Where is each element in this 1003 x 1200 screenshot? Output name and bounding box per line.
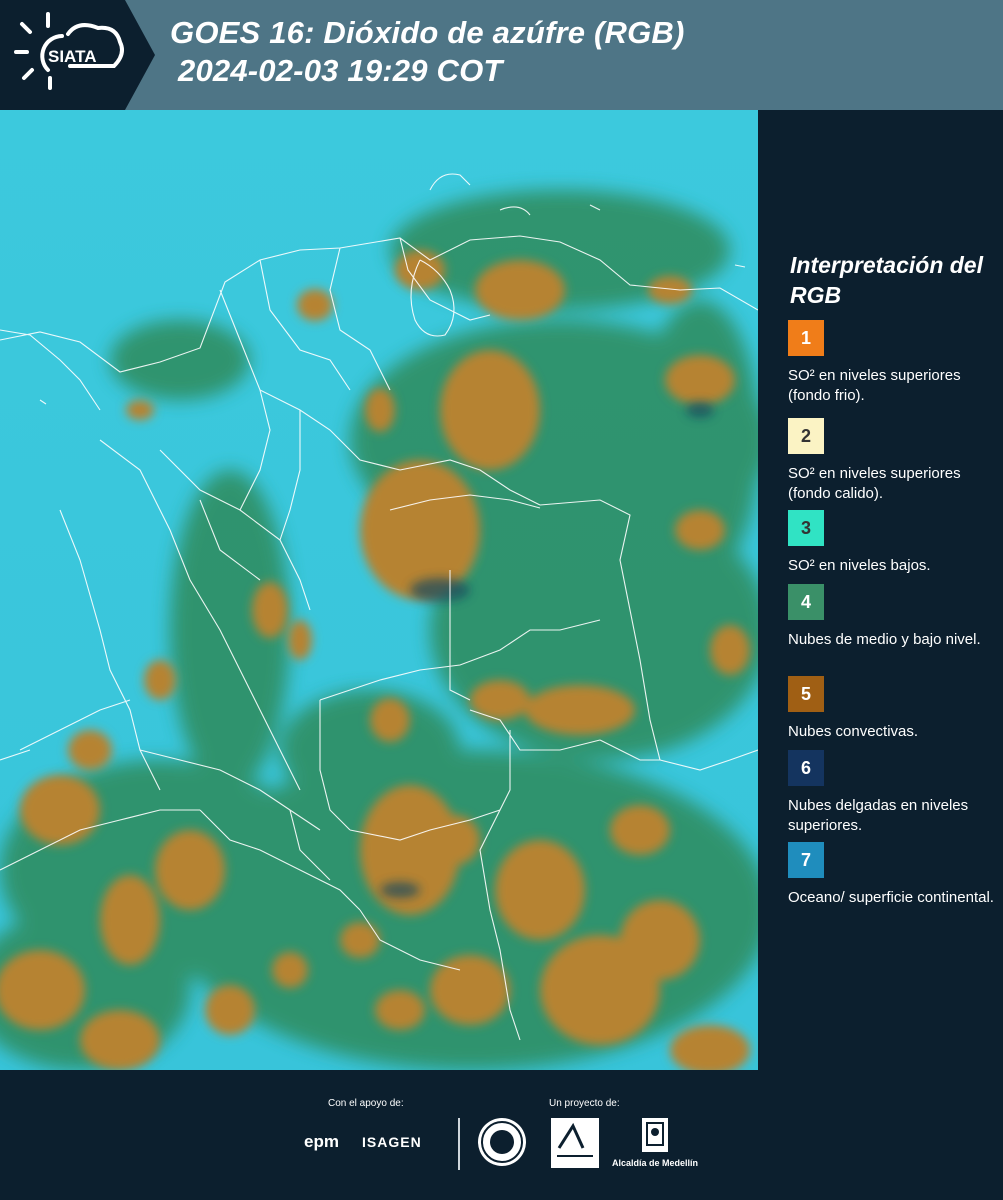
alcaldia-shield-icon <box>642 1118 668 1152</box>
legend-number-1: 1 <box>800 327 811 348</box>
legend-text-7: Oceano/ superficie continental. <box>788 889 994 906</box>
siata-logo: SIATA <box>0 0 155 110</box>
satellite-map <box>0 110 758 1070</box>
legend-swatch-1: 1 <box>788 320 824 356</box>
footer: Con el apoyo de: Un proyecto de: epm ISA… <box>0 1070 1003 1200</box>
legend-swatch-5: 5 <box>788 676 824 712</box>
support-caption: Con el apoyo de: <box>328 1098 404 1109</box>
legend-item-7: 7 Oceano/ superficie continental. <box>788 842 998 908</box>
legend-swatch-2: 2 <box>788 418 824 454</box>
legend-number-3: 3 <box>800 517 811 538</box>
legend-number-7: 7 <box>800 849 811 870</box>
medellin-seal-icon <box>478 1118 526 1166</box>
legend-item-5: 5 Nubes convectivas. <box>788 676 998 742</box>
legend-text-4: Nubes de medio y bajo nivel. <box>788 631 981 648</box>
legend-swatch-3: 3 <box>788 510 824 546</box>
legend-text-2: SO² en niveles superiores (fondo calido)… <box>788 465 961 502</box>
epm-logo: epm <box>304 1132 339 1151</box>
legend-swatch-7: 7 <box>788 842 824 878</box>
legend-number-5: 5 <box>800 683 811 704</box>
isagen-logo: ISAGEN <box>362 1134 422 1150</box>
area-metropolitana-logo-icon <box>551 1118 599 1168</box>
legend-item-2: 2 SO² en niveles superiores (fondo calid… <box>788 418 998 504</box>
legend-title: Interpretación del RGB <box>790 252 983 308</box>
legend-item-3: 3 SO² en niveles bajos. <box>788 510 998 576</box>
legend-text-1: SO² en niveles superiores (fondo frio). <box>788 367 961 404</box>
legend-number-4: 4 <box>800 591 811 612</box>
page-title: GOES 16: Dióxido de azúfre (RGB) 2024-02… <box>170 14 685 90</box>
legend-swatch-4: 4 <box>788 584 824 620</box>
project-caption: Un proyecto de: <box>549 1098 620 1109</box>
legend-item-6: 6 Nubes delgadas en niveles superiores. <box>788 750 998 836</box>
logo-text: SIATA <box>48 47 96 66</box>
legend-text-3: SO² en niveles bajos. <box>788 557 931 574</box>
legend-item-4: 4 Nubes de medio y bajo nivel. <box>788 584 998 650</box>
title-line-2: 2024-02-03 19:29 COT <box>178 53 503 88</box>
legend-item-1: 1 SO² en niveles superiores (fondo frio)… <box>788 320 998 406</box>
title-line-1: GOES 16: Dióxido de azúfre (RGB) <box>170 15 685 50</box>
legend-number-2: 2 <box>800 425 811 446</box>
legend-text-5: Nubes convectivas. <box>788 723 919 740</box>
legend-text-6: Nubes delgadas en niveles superiores. <box>788 797 969 834</box>
header-bar: SIATA GOES 16: Dióxido de azúfre (RGB) 2… <box>0 0 1003 110</box>
footer-divider <box>458 1118 460 1170</box>
alcaldia-label: Alcaldía de Medellín <box>612 1158 699 1168</box>
legend-panel: Interpretación del RGB 1 SO² en niveles … <box>758 110 1003 1070</box>
legend-swatch-6: 6 <box>788 750 824 786</box>
legend-number-6: 6 <box>800 757 811 778</box>
